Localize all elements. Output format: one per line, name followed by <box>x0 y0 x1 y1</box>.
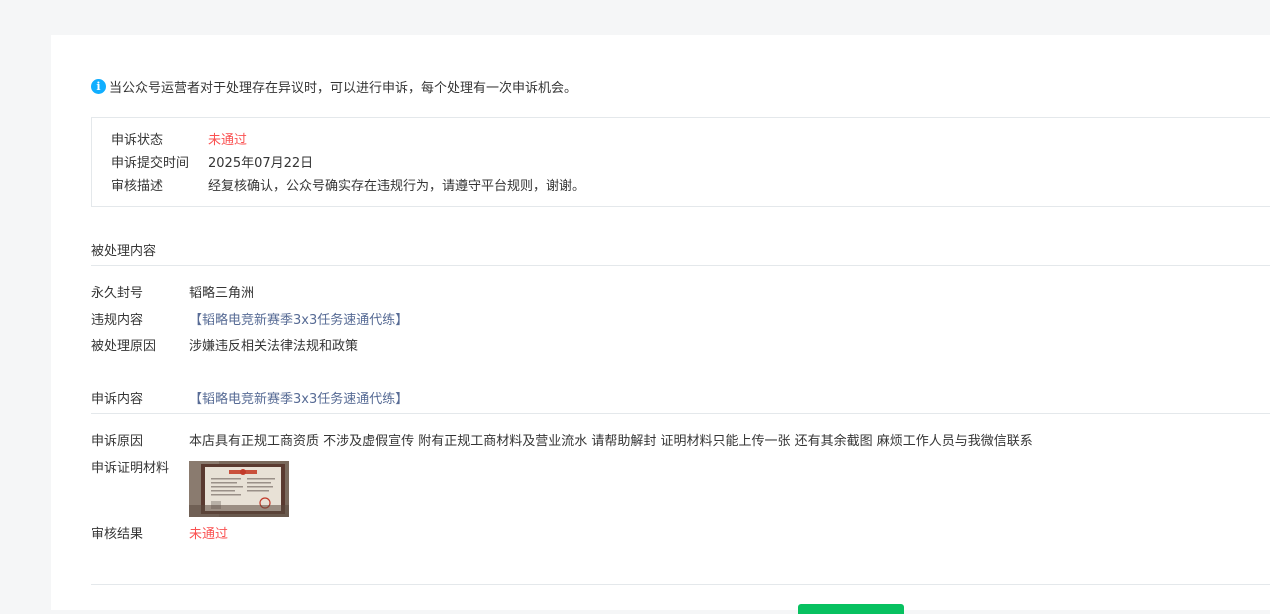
review-desc-row: 审核描述 经复核确认，公众号确实存在违规行为，请遵守平台规则，谢谢。 <box>111 174 585 194</box>
appeal-reason-label: 申诉原因 <box>91 433 144 449</box>
section-divider <box>91 265 1270 266</box>
review-desc-label: 审核描述 <box>111 178 164 194</box>
violation-content-link[interactable]: 【韬略电竞新赛季3x3任务速通代练】 <box>189 309 408 328</box>
notice-text: 当公众号运营者对于处理存在异议时，可以进行申诉，每个处理有一次申诉机会。 <box>109 80 578 96</box>
submit-time-row: 申诉提交时间 2025年07月22日 <box>111 151 313 171</box>
evidence-label: 申诉证明材料 <box>91 460 170 476</box>
appeal-notice: i 当公众号运营者对于处理存在异议时，可以进行申诉，每个处理有一次申诉机会。 <box>91 77 578 96</box>
info-icon: i <box>91 78 106 94</box>
handled-reason-row: 被处理原因 涉嫌违反相关法律法规和政策 <box>91 334 358 354</box>
submit-time-value: 2025年07月22日 <box>208 155 314 171</box>
review-desc-value: 经复核确认，公众号确实存在违规行为，请遵守平台规则，谢谢。 <box>208 178 586 194</box>
evidence-row: 申诉证明材料 <box>91 456 189 476</box>
violation-row: 违规内容 【韬略电竞新赛季3x3任务速通代练】 <box>91 308 408 328</box>
business-license-photo <box>189 461 289 517</box>
submit-time-label: 申诉提交时间 <box>111 155 190 171</box>
handled-reason-label: 被处理原因 <box>91 338 157 354</box>
handled-reason-value: 涉嫌违反相关法律法规和政策 <box>189 338 359 354</box>
review-result-label: 审核结果 <box>91 526 144 542</box>
appeal-status-label: 申诉状态 <box>111 132 164 148</box>
review-result-row: 审核结果 未通过 <box>91 522 228 542</box>
appeal-detail-card: i 当公众号运营者对于处理存在异议时，可以进行申诉，每个处理有一次申诉机会。 申… <box>51 35 1270 614</box>
appeal-content-label: 申诉内容 <box>91 391 144 407</box>
footer-divider <box>91 584 1270 585</box>
appeal-status-value: 未通过 <box>208 132 248 148</box>
primary-action-button[interactable] <box>798 604 904 614</box>
ban-value: 韬略三角洲 <box>189 285 255 301</box>
handled-content-title: 被处理内容 <box>91 243 157 259</box>
ban-label: 永久封号 <box>91 285 144 301</box>
section-divider <box>91 413 1270 414</box>
violation-label: 违规内容 <box>91 312 144 328</box>
appeal-reason-row: 申诉原因 本店具有正规工商资质 不涉及虚假宣传 附有正规工商材料及营业流水 请帮… <box>91 429 1033 449</box>
evidence-image-thumbnail[interactable] <box>189 461 289 517</box>
appeal-status-row: 申诉状态 未通过 <box>111 128 247 148</box>
appeal-content-link[interactable]: 【韬略电竞新赛季3x3任务速通代练】 <box>189 388 408 407</box>
appeal-reason-value: 本店具有正规工商资质 不涉及虚假宣传 附有正规工商材料及营业流水 请帮助解封 证… <box>189 433 1033 449</box>
review-result-value: 未通过 <box>189 526 229 542</box>
appeal-status-box: 申诉状态 未通过 申诉提交时间 2025年07月22日 审核描述 经复核确认，公… <box>91 117 1270 207</box>
appeal-content-row: 申诉内容 【韬略电竞新赛季3x3任务速通代练】 <box>91 387 408 407</box>
ban-row: 永久封号 韬略三角洲 <box>91 281 254 301</box>
